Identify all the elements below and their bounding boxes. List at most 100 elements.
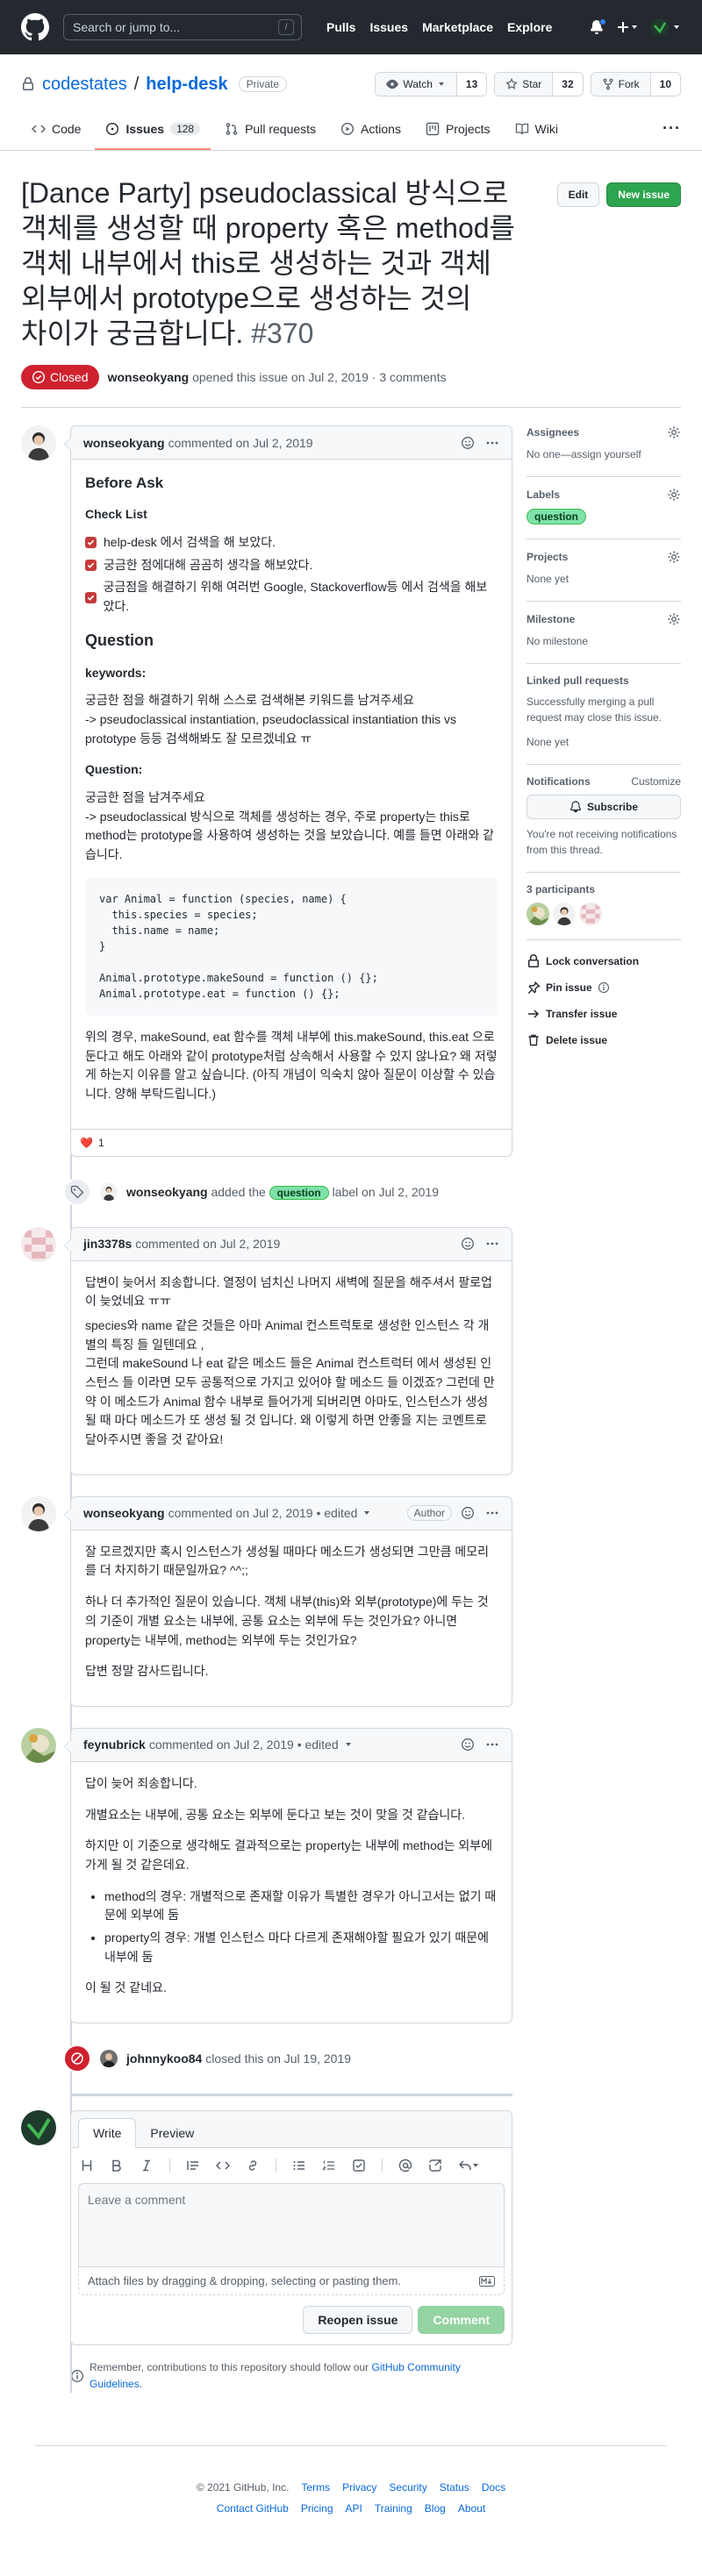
tab-code[interactable]: Code (21, 122, 91, 150)
smiley-icon[interactable] (461, 436, 475, 450)
chevron-down-icon[interactable] (344, 1740, 353, 1749)
reopen-issue-button[interactable]: Reopen issue (303, 2306, 413, 2335)
mention-icon[interactable] (398, 2159, 412, 2173)
comment-author-link[interactable]: wonseokyang (83, 436, 165, 450)
bell-icon[interactable] (590, 18, 606, 34)
gear-icon[interactable] (667, 425, 681, 439)
github-logo-icon[interactable] (21, 13, 49, 41)
fork-button[interactable]: Fork 10 (590, 72, 681, 96)
footer-link-blog[interactable]: Blog (425, 2502, 446, 2515)
quote-icon[interactable] (186, 2159, 200, 2173)
reply-icon[interactable] (458, 2159, 479, 2173)
footer-link-contact[interactable]: Contact GitHub (217, 2502, 289, 2515)
smiley-icon[interactable] (461, 1506, 475, 1520)
comment-author-link[interactable]: feynubrick (83, 1738, 146, 1752)
gear-icon[interactable] (667, 612, 681, 626)
list-unordered-icon[interactable] (292, 2159, 306, 2173)
tab-actions[interactable]: Actions (330, 122, 412, 150)
tasklist-icon[interactable] (352, 2159, 366, 2173)
comment-timestamp[interactable]: commented on Jul 2, 2019 • edited (168, 1506, 358, 1520)
edit-title-button[interactable]: Edit (556, 182, 600, 207)
search-input[interactable]: Search or jump to... / (63, 14, 302, 40)
link-icon[interactable] (246, 2159, 260, 2173)
info-icon[interactable] (598, 981, 610, 994)
footer-link-api[interactable]: API (346, 2502, 362, 2515)
kebab-horizontal-icon[interactable] (485, 1738, 499, 1752)
tab-pull-requests[interactable]: Pull requests (214, 122, 326, 150)
comment-timestamp[interactable]: commented on Jul 2, 2019 • edited (149, 1738, 339, 1752)
user-avatar-menu-icon[interactable] (651, 18, 681, 36)
question-label-pill[interactable]: question (269, 1185, 329, 1200)
footer-link-training[interactable]: Training (375, 2502, 412, 2515)
tabs-more-button[interactable]: ··· (663, 119, 681, 150)
nav-explore[interactable]: Explore (507, 20, 552, 34)
labels-title[interactable]: Labels (526, 489, 560, 501)
avatar[interactable] (579, 903, 602, 925)
avatar[interactable] (100, 1182, 118, 1201)
kebab-horizontal-icon[interactable] (485, 1506, 499, 1520)
gear-icon[interactable] (667, 488, 681, 502)
footer-link-pricing[interactable]: Pricing (301, 2502, 333, 2515)
avatar[interactable] (21, 425, 56, 460)
smiley-icon[interactable] (461, 1237, 475, 1251)
lock-conversation-button[interactable]: Lock conversation (526, 954, 681, 968)
new-issue-button[interactable]: New issue (606, 182, 681, 207)
projects-title[interactable]: Projects (526, 551, 568, 563)
delete-issue-button[interactable]: Delete issue (526, 1033, 681, 1047)
smiley-icon[interactable] (461, 1738, 475, 1752)
star-count[interactable]: 32 (553, 73, 583, 96)
star-button[interactable]: Star 32 (494, 72, 584, 96)
italic-icon[interactable] (140, 2159, 154, 2173)
nav-marketplace[interactable]: Marketplace (422, 20, 493, 34)
footer-link-terms[interactable]: Terms (301, 2481, 330, 2494)
nav-issues[interactable]: Issues (369, 20, 408, 34)
preview-tab[interactable]: Preview (136, 2119, 208, 2147)
comment-textarea[interactable]: Leave a comment (78, 2183, 505, 2268)
attach-files-area[interactable]: Attach files by dragging & dropping, sel… (78, 2267, 505, 2296)
kebab-horizontal-icon[interactable] (485, 1237, 499, 1251)
footer-link-privacy[interactable]: Privacy (342, 2481, 376, 2494)
avatar[interactable] (21, 1495, 56, 1531)
assignees-title[interactable]: Assignees (526, 426, 579, 439)
avatar[interactable] (21, 1226, 56, 1262)
bold-icon[interactable] (110, 2159, 124, 2173)
tab-issues[interactable]: Issues 128 (95, 122, 211, 150)
nav-pulls[interactable]: Pulls (326, 20, 355, 34)
subscribe-button[interactable]: Subscribe (526, 795, 681, 819)
pin-issue-button[interactable]: Pin issue (526, 981, 681, 995)
event-actor-link[interactable]: johnnykoo84 (126, 2052, 202, 2066)
repo-name-link[interactable]: help-desk (146, 75, 227, 95)
avatar[interactable] (21, 2110, 56, 2146)
footer-link-about[interactable]: About (458, 2502, 485, 2515)
footer-link-status[interactable]: Status (440, 2481, 469, 2494)
tab-projects[interactable]: Projects (415, 122, 501, 150)
avatar[interactable] (100, 2050, 118, 2068)
heading-icon[interactable] (80, 2159, 94, 2173)
footer-link-security[interactable]: Security (389, 2481, 426, 2494)
list-ordered-icon[interactable] (322, 2159, 336, 2173)
milestone-title[interactable]: Milestone (526, 613, 575, 625)
comment-button[interactable]: Comment (418, 2306, 505, 2335)
code-icon[interactable] (216, 2159, 230, 2173)
fork-count[interactable]: 10 (650, 73, 680, 96)
comment-author-link[interactable]: jin3378s (83, 1237, 132, 1251)
assignees-value[interactable]: No one—assign yourself (526, 446, 681, 462)
kebab-horizontal-icon[interactable] (485, 436, 499, 450)
avatar[interactable] (553, 903, 576, 925)
tab-wiki[interactable]: Wiki (505, 122, 569, 150)
watch-count[interactable]: 13 (456, 73, 487, 96)
plus-icon[interactable] (616, 20, 639, 34)
gear-icon[interactable] (667, 550, 681, 564)
cross-reference-icon[interactable] (428, 2159, 442, 2173)
event-actor-link[interactable]: wonseokyang (126, 1185, 208, 1199)
label-question[interactable]: question (526, 509, 586, 524)
transfer-issue-button[interactable]: Transfer issue (526, 1007, 681, 1021)
comment-timestamp[interactable]: commented on Jul 2, 2019 (135, 1237, 280, 1251)
heart-reaction-button[interactable]: ❤️ 1 (80, 1137, 104, 1149)
watch-button[interactable]: Watch 13 (375, 72, 488, 96)
repo-owner-link[interactable]: codestates (42, 75, 127, 95)
comment-author-link[interactable]: wonseokyang (83, 1506, 165, 1520)
customize-link[interactable]: Customize (631, 775, 681, 788)
issue-author-link[interactable]: wonseokyang (108, 370, 190, 384)
avatar[interactable] (21, 1727, 56, 1763)
